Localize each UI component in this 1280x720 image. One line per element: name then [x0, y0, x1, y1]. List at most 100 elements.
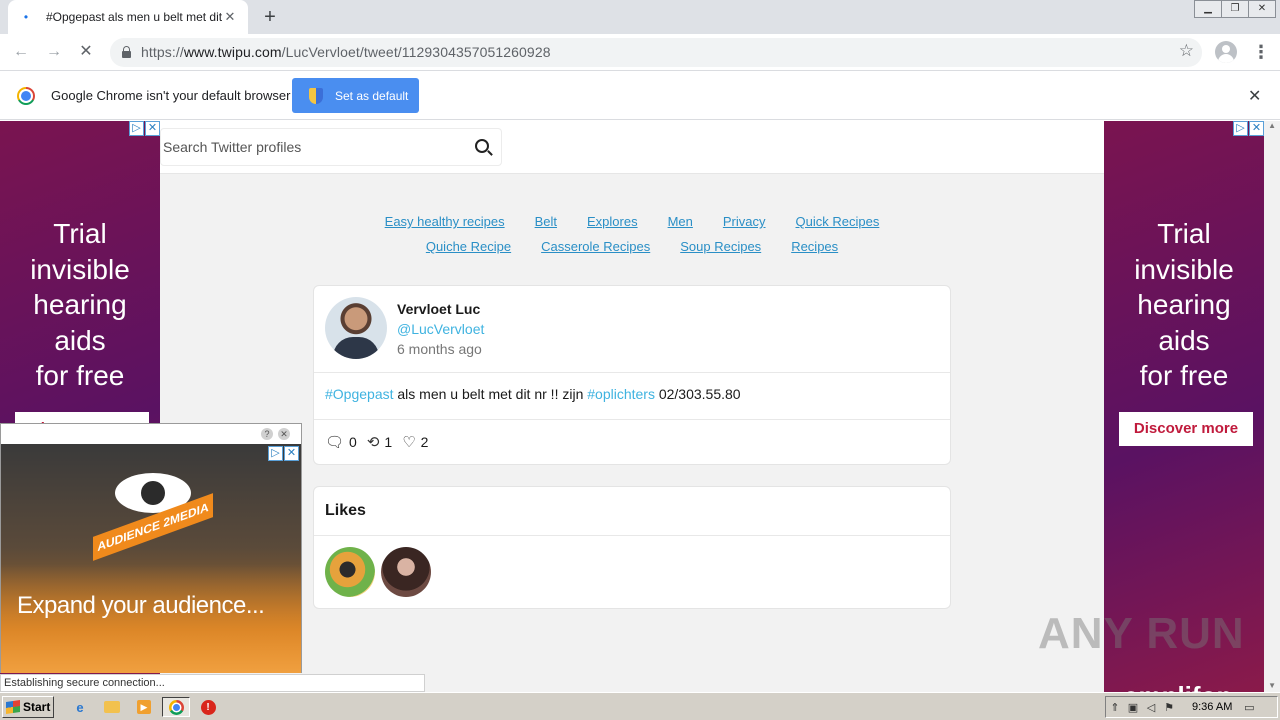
flag-icon[interactable]: ⚑	[1160, 701, 1178, 714]
ad-cta-button[interactable]: Discover more	[1119, 412, 1253, 446]
audience2media-logo: AUDIENCE 2MEDIA	[93, 469, 213, 561]
post-time: 6 months ago	[397, 341, 482, 357]
hashtag-link[interactable]: #oplichters	[587, 386, 655, 402]
ad-brand-text: amplifon	[1124, 681, 1232, 692]
reply-count: 0	[349, 434, 357, 450]
lock-icon[interactable]	[122, 46, 131, 58]
tweet-text: #Opgepast als men u belt met dit nr !! z…	[325, 386, 741, 402]
retweet-icon: ⟲	[366, 434, 380, 451]
bookmark-star-icon[interactable]: ☆	[1179, 41, 1194, 61]
popup-ad-topbar: ? ✕	[1, 424, 301, 444]
likes-title: Likes	[325, 502, 366, 519]
adchoices-icon[interactable]: ▷	[129, 121, 144, 136]
media-player-icon[interactable]: ▶	[130, 697, 158, 717]
chrome-taskbar-icon[interactable]	[162, 697, 190, 717]
search-input[interactable]	[163, 139, 463, 155]
author-name[interactable]: Vervloet Luc	[397, 301, 480, 317]
network-icon[interactable]: ▣	[1124, 701, 1142, 714]
liker-avatar[interactable]	[325, 547, 375, 597]
retweet-action[interactable]: ⟲ 1	[367, 433, 392, 451]
help-icon[interactable]: ?	[261, 428, 273, 440]
like-count: 2	[420, 434, 429, 450]
ad-close-icon[interactable]: ✕	[1249, 121, 1264, 136]
infobar-message: Google Chrome isn't your default browser	[51, 88, 291, 103]
ad-close-icon[interactable]: ✕	[284, 446, 299, 461]
ad-choices[interactable]: ▷ ✕	[267, 446, 299, 461]
profile-avatar-icon[interactable]	[1215, 41, 1237, 63]
scroll-down-icon[interactable]: ▼	[1268, 681, 1276, 690]
browser-tab[interactable]: • #Opgepast als men u belt met dit nr !!…	[8, 0, 248, 34]
popup-close-icon[interactable]: ✕	[278, 428, 290, 440]
adchoices-icon[interactable]: ▷	[268, 446, 283, 461]
tag-link[interactable]: Soup Recipes	[680, 234, 761, 259]
tag-links-row-1: Easy healthy recipes Belt Explores Men P…	[160, 209, 1104, 234]
hashtag-link[interactable]: #Opgepast	[325, 386, 394, 402]
tag-link[interactable]: Men	[668, 209, 693, 234]
internet-explorer-icon[interactable]: e	[66, 697, 94, 717]
tag-link[interactable]: Quiche Recipe	[426, 234, 511, 259]
status-bubble: Establishing secure connection...	[0, 674, 425, 692]
reply-bubble-icon: 🗨	[325, 434, 345, 451]
author-avatar[interactable]	[325, 297, 387, 359]
tag-link[interactable]: Easy healthy recipes	[385, 209, 505, 234]
ad-close-icon[interactable]: ✕	[145, 121, 160, 136]
set-as-default-button[interactable]: Set as default	[292, 78, 419, 113]
ad-choices[interactable]: ▷ ✕	[128, 121, 160, 136]
search-box	[160, 128, 502, 166]
reply-action[interactable]: 🗨 0	[325, 433, 357, 451]
new-tab-button[interactable]: +	[258, 6, 282, 30]
stop-loading-icon[interactable]: ✕	[74, 40, 98, 64]
tag-link[interactable]: Recipes	[791, 234, 838, 259]
forward-arrow-icon[interactable]: →	[42, 40, 66, 64]
popup-ad[interactable]: ? ✕ ▷ ✕ AUDIENCE 2MEDIA Expand your audi…	[0, 423, 302, 673]
scroll-up-icon[interactable]: ▲	[1268, 121, 1276, 130]
url-text: https://www.twipu.com/LucVervloet/tweet/…	[141, 44, 551, 60]
heart-icon: ♡	[402, 434, 416, 451]
tag-links-row-2: Quiche Recipe Casserole Recipes Soup Rec…	[160, 234, 1104, 259]
window-close-button[interactable]: ✕	[1248, 0, 1276, 18]
adchoices-icon[interactable]: ▷	[1233, 121, 1248, 136]
anyrun-watermark: ANY RUN	[1038, 609, 1245, 658]
page-scrollbar[interactable]: ▲ ▼	[1264, 121, 1280, 692]
page-viewport: Easy healthy recipes Belt Explores Men P…	[0, 121, 1280, 692]
chrome-menu-icon[interactable]: ⋮	[1252, 40, 1270, 64]
search-icon[interactable]	[475, 139, 493, 156]
restore-button[interactable]: ❐	[1221, 0, 1249, 18]
tag-link[interactable]: Belt	[535, 209, 557, 234]
tag-link[interactable]: Casserole Recipes	[541, 234, 650, 259]
default-browser-infobar: Google Chrome isn't your default browser…	[0, 72, 1280, 120]
clock[interactable]: 9:36 AM	[1192, 701, 1232, 713]
infobar-close-icon[interactable]: ✕	[1248, 86, 1261, 106]
volume-icon[interactable]: ◁	[1142, 701, 1160, 714]
system-tray: ⇑ ▣ ◁ ⚑ 9:36 AM ▭	[1105, 696, 1278, 718]
popup-ad-creative[interactable]: ▷ ✕ AUDIENCE 2MEDIA Expand your audience…	[1, 444, 301, 673]
quick-launch: e ▶ !	[66, 697, 222, 717]
right-ad-banner[interactable]: ▷ ✕ Trial invisible hearing aids for fre…	[1104, 121, 1264, 692]
back-arrow-icon[interactable]: ←	[9, 40, 33, 64]
author-handle[interactable]: @LucVervloet	[397, 321, 484, 337]
tray-expand-icon[interactable]: ⇑	[1106, 701, 1124, 714]
window-controls: ▁ ❐ ✕	[1194, 0, 1276, 18]
windows-taskbar: Start e ▶ ! ⇑ ▣ ◁ ⚑ 9:36 AM ▭	[0, 692, 1280, 720]
tag-link[interactable]: Explores	[587, 209, 638, 234]
tweet-card: Vervloet Luc @LucVervloet 6 months ago #…	[313, 285, 951, 465]
address-bar[interactable]: https://www.twipu.com/LucVervloet/tweet/…	[110, 38, 1202, 67]
start-button[interactable]: Start	[2, 696, 54, 718]
uac-shield-icon	[309, 87, 323, 104]
tag-links: Easy healthy recipes Belt Explores Men P…	[160, 209, 1104, 259]
show-desktop-icon[interactable]: ▭	[1240, 701, 1258, 714]
tag-link[interactable]: Privacy	[723, 209, 766, 234]
divider	[314, 372, 950, 373]
ad-choices[interactable]: ▷ ✕	[1232, 121, 1264, 136]
likes-card: Likes	[313, 486, 951, 609]
liker-avatar[interactable]	[381, 547, 431, 597]
stop-sign-icon[interactable]: !	[194, 697, 222, 717]
folder-icon[interactable]	[98, 697, 126, 717]
start-label: Start	[23, 700, 51, 714]
divider	[314, 419, 950, 420]
divider	[314, 535, 950, 536]
minimize-button[interactable]: ▁	[1194, 0, 1222, 18]
tab-close-icon[interactable]: ✕	[222, 9, 238, 25]
tag-link[interactable]: Quick Recipes	[796, 209, 880, 234]
like-action[interactable]: ♡ 2	[402, 433, 428, 451]
